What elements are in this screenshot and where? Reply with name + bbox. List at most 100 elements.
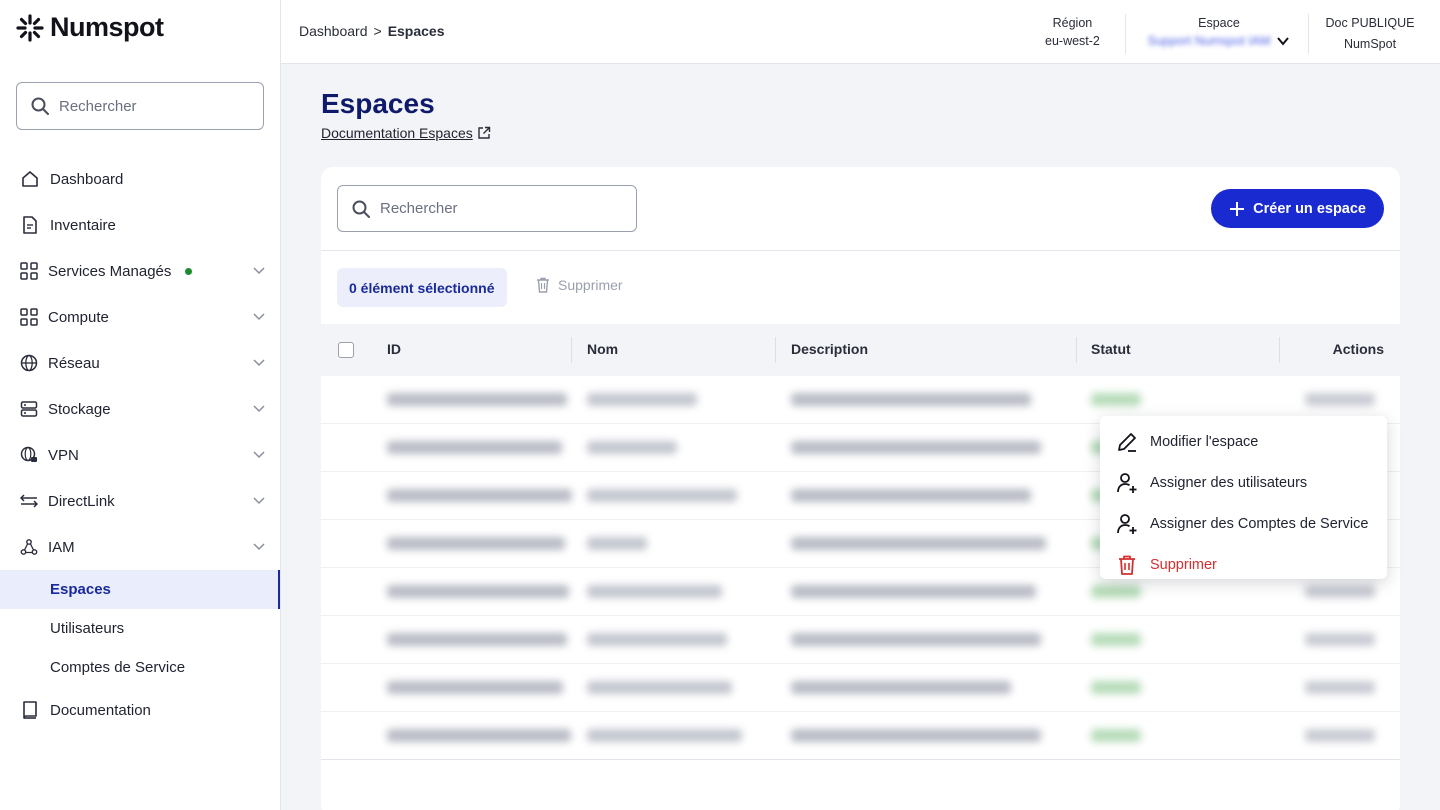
sidebar-item-label: Services Managés [48, 262, 172, 280]
redacted-cell [791, 393, 1031, 406]
redacted-cell [1091, 585, 1141, 598]
documentation-espaces-link[interactable]: Documentation Espaces [321, 125, 491, 141]
sidebar-item-compute[interactable]: Compute [0, 294, 280, 340]
divider [1125, 14, 1126, 54]
redacted-cell [791, 441, 1041, 454]
chevron-down-icon [253, 497, 265, 505]
trash-icon [1119, 555, 1135, 575]
numspot-logo-icon [16, 13, 44, 42]
document-icon [23, 216, 37, 234]
redacted-cell [387, 585, 569, 598]
redacted-cell [1305, 633, 1375, 646]
pencil-icon [1118, 432, 1136, 452]
espace-value: Support Numspot IAM [1147, 34, 1271, 48]
redacted-cell [387, 729, 571, 742]
doc-link-label: Documentation Espaces [321, 125, 473, 141]
redacted-cell [587, 537, 647, 550]
chevron-down-icon [1277, 37, 1290, 46]
sidebar-item-label: Inventaire [50, 216, 116, 234]
doc-publique-label: Doc PUBLIQUE [1325, 16, 1415, 30]
sidebar-item-label: DirectLink [48, 492, 115, 510]
breadcrumb-separator: > [373, 23, 382, 39]
table-row[interactable] [321, 616, 1400, 664]
redacted-cell [1091, 681, 1141, 694]
table-header: ID Nom Description Statut Actions [321, 324, 1400, 376]
column-divider [775, 337, 776, 363]
row-actions-menu: Modifier l'espace Assigner des utilisate… [1100, 416, 1387, 579]
breadcrumb-dashboard[interactable]: Dashboard [299, 23, 368, 39]
region-value: eu-west-2 [1045, 34, 1100, 48]
external-link-icon [478, 126, 490, 139]
divider [321, 759, 1400, 760]
sidebar-item-stockage[interactable]: Stockage [0, 386, 280, 432]
people-network-icon [20, 539, 38, 555]
redacted-cell [587, 489, 737, 502]
create-espace-button[interactable]: Créer un espace [1211, 189, 1384, 228]
sidebar: Numspot Rechercher Dashboard Inventaire … [0, 0, 281, 810]
brand-name: Numspot [50, 12, 164, 42]
column-header-actions: Actions [1332, 341, 1384, 357]
sidebar-item-utilisateurs[interactable]: Utilisateurs [0, 609, 280, 648]
storage-icon [20, 401, 38, 417]
grid-icon [20, 308, 38, 326]
sidebar-item-documentation[interactable]: Documentation [0, 687, 280, 733]
column-header-description[interactable]: Description [791, 341, 868, 357]
sidebar-item-label: Stockage [48, 400, 111, 418]
table-row[interactable] [321, 712, 1400, 760]
menu-item-label: Assigner des Comptes de Service [1150, 515, 1369, 532]
redacted-cell [387, 489, 572, 502]
divider [1308, 14, 1309, 54]
region-selector[interactable]: Région eu-west-2 [1045, 14, 1100, 50]
sidebar-item-comptes-de-service[interactable]: Comptes de Service [0, 648, 280, 687]
sidebar-search-placeholder: Rechercher [59, 97, 137, 115]
menu-item-supprimer[interactable]: Supprimer [1100, 544, 1387, 585]
sidebar-item-vpn[interactable]: VPN [0, 432, 280, 478]
sidebar-item-iam[interactable]: IAM [0, 524, 280, 570]
sidebar-item-label: Réseau [48, 354, 100, 372]
globe-lock-icon [20, 446, 37, 462]
sidebar-item-espaces[interactable]: Espaces [0, 570, 280, 609]
table-search-placeholder: Rechercher [380, 200, 458, 217]
selection-count-badge: 0 élément sélectionné [337, 268, 507, 307]
chevron-down-icon [253, 451, 265, 459]
column-header-id[interactable]: ID [387, 341, 401, 357]
sidebar-item-dashboard[interactable]: Dashboard [0, 156, 280, 202]
numspot-logo[interactable]: Numspot [16, 12, 164, 43]
menu-item-assigner-comptes-service[interactable]: Assigner des Comptes de Service [1100, 503, 1387, 544]
menu-item-label: Supprimer [1150, 556, 1217, 573]
redacted-cell [587, 633, 727, 646]
bulk-delete-button[interactable]: Supprimer [536, 277, 623, 293]
sidebar-item-inventaire[interactable]: Inventaire [0, 202, 280, 248]
sidebar-item-reseau[interactable]: Réseau [0, 340, 280, 386]
column-header-nom[interactable]: Nom [587, 341, 618, 357]
redacted-cell [587, 585, 722, 598]
redacted-cell [1091, 633, 1141, 646]
column-divider [1279, 337, 1280, 363]
redacted-cell [387, 633, 567, 646]
sidebar-search-input[interactable]: Rechercher [16, 82, 264, 130]
menu-item-assigner-utilisateurs[interactable]: Assigner des utilisateurs [1100, 462, 1387, 503]
sidebar-item-directlink[interactable]: DirectLink [0, 478, 280, 524]
home-icon [22, 171, 38, 187]
sidebar-item-label: Dashboard [50, 170, 124, 188]
doc-publique-link[interactable]: Doc PUBLIQUE NumSpot [1325, 14, 1415, 53]
menu-item-modifier-espace[interactable]: Modifier l'espace [1100, 421, 1387, 462]
select-all-checkbox[interactable] [338, 342, 354, 358]
sidebar-item-services-manages[interactable]: Services Managés [0, 248, 280, 294]
table-row[interactable] [321, 664, 1400, 712]
redacted-cell [791, 489, 1031, 502]
divider [321, 250, 1400, 251]
espace-selector[interactable]: Espace Support Numspot IAM [1139, 14, 1299, 50]
globe-icon [20, 354, 38, 372]
sidebar-item-label: VPN [48, 446, 79, 464]
redacted-cell [1305, 681, 1375, 694]
breadcrumb-current: Espaces [387, 23, 445, 39]
sidebar-item-label: IAM [48, 538, 75, 556]
table-search-input[interactable]: Rechercher [337, 185, 637, 232]
redacted-cell [791, 537, 1046, 550]
menu-item-label: Assigner des utilisateurs [1150, 474, 1308, 491]
espace-label: Espace [1198, 16, 1240, 30]
menu-item-label: Modifier l'espace [1150, 433, 1259, 450]
column-header-statut[interactable]: Statut [1091, 341, 1131, 357]
redacted-cell [587, 681, 732, 694]
